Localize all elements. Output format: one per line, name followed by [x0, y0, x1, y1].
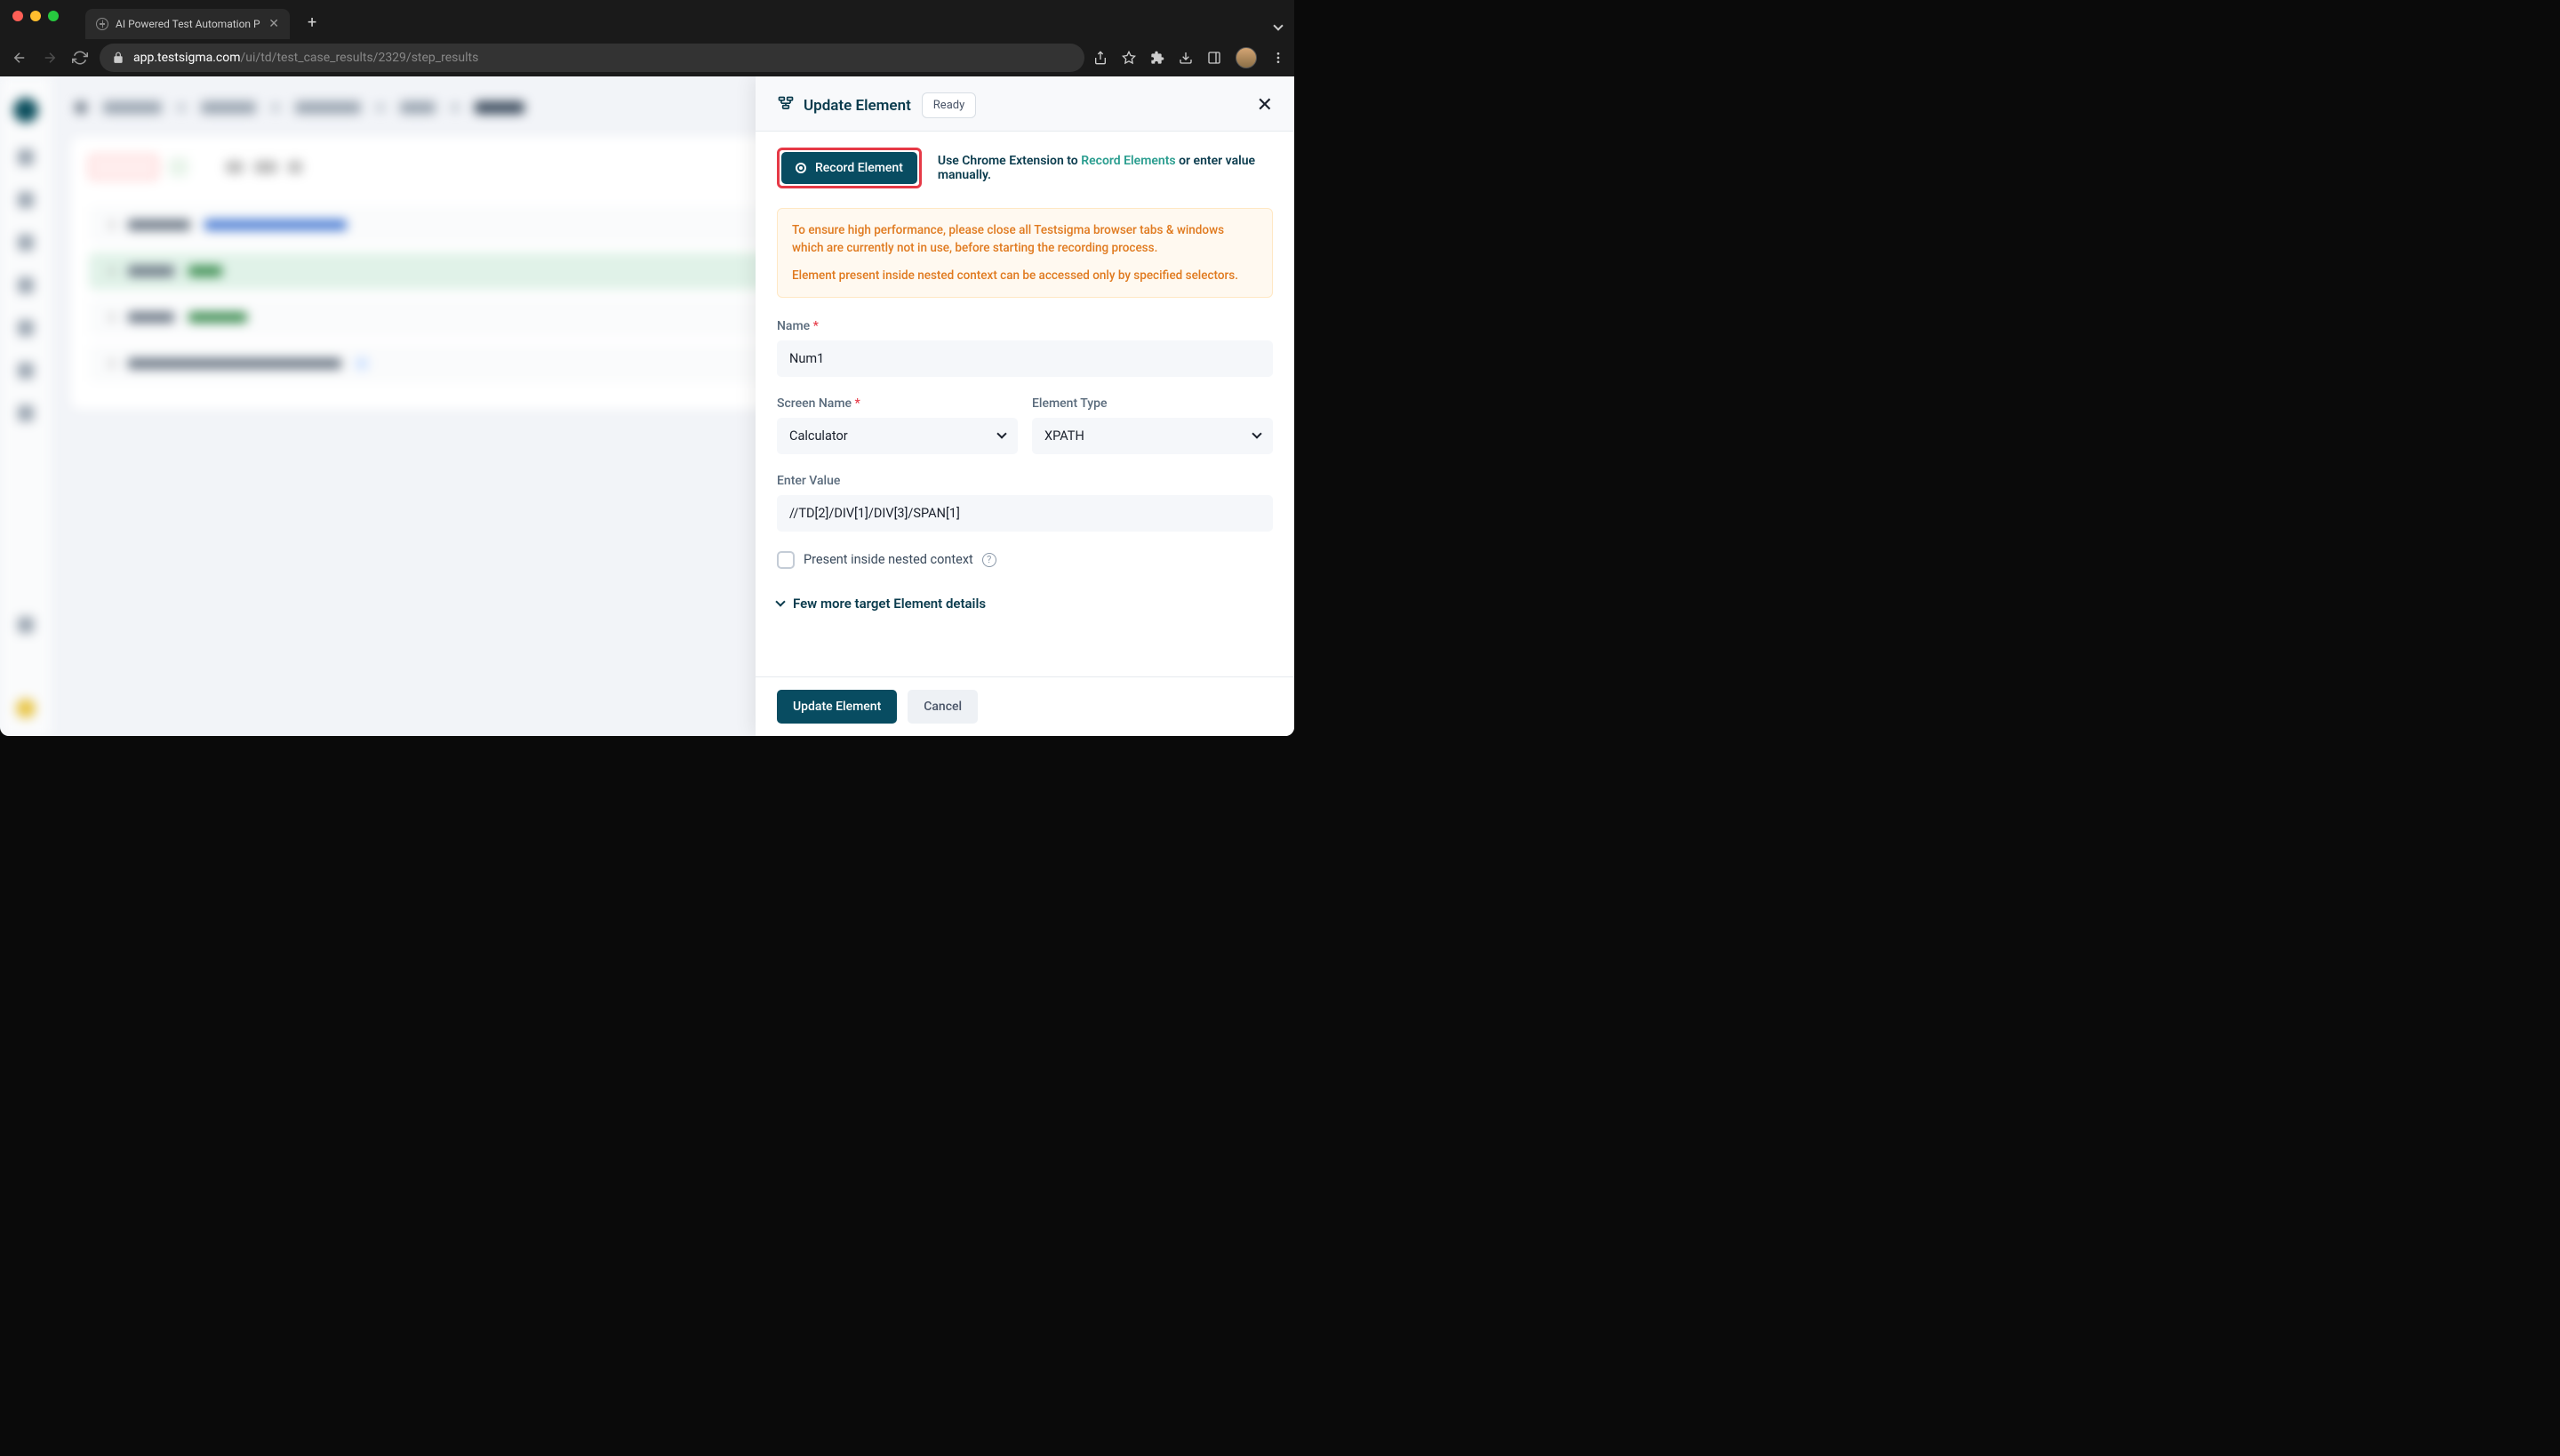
back-button[interactable] [9, 47, 30, 68]
screen-name-select[interactable]: Calculator [777, 418, 1018, 454]
element-type-label: Element Type [1032, 396, 1273, 411]
tab-favicon-icon [96, 18, 108, 30]
name-input[interactable] [777, 340, 1273, 377]
panel-title: Update Element [804, 97, 911, 115]
tab-title: AI Powered Test Automation P [116, 18, 260, 30]
app-content: Update Element Ready ✕ Record Element Us… [0, 76, 1294, 736]
address-bar: app.testsigma.com/ui/td/test_case_result… [0, 39, 1294, 76]
chevron-down-icon [1252, 429, 1261, 439]
chevron-down-icon [996, 429, 1006, 439]
window-minimize-icon[interactable] [30, 11, 41, 21]
nested-context-row: Present inside nested context ? [777, 551, 1273, 569]
record-row: Record Element Use Chrome Extension to R… [777, 148, 1273, 188]
browser-tab[interactable]: AI Powered Test Automation P ✕ [85, 9, 290, 39]
extensions-icon[interactable] [1150, 51, 1164, 65]
new-tab-button[interactable]: + [308, 13, 316, 32]
tab-bar: AI Powered Test Automation P ✕ + [0, 0, 1294, 39]
download-icon[interactable] [1179, 51, 1193, 65]
lock-icon [112, 52, 124, 64]
extension-hint: Use Chrome Extension to Record Elements … [938, 154, 1273, 182]
field-screen-name: Screen Name * Calculator [777, 396, 1018, 454]
enter-value-input[interactable] [777, 495, 1273, 532]
name-label: Name * [777, 319, 1273, 333]
warning-line-1: To ensure high performance, please close… [792, 221, 1258, 258]
window-controls [12, 11, 59, 21]
nested-context-label: Present inside nested context [804, 552, 973, 567]
panel-header: Update Element Ready ✕ [756, 76, 1294, 132]
record-button-highlight: Record Element [777, 148, 922, 188]
ready-badge: Ready [922, 92, 976, 118]
reload-button[interactable] [69, 47, 91, 68]
field-enter-value: Enter Value [777, 474, 1273, 532]
chevron-down-icon [775, 596, 785, 606]
menu-icon[interactable] [1271, 51, 1285, 65]
bookmark-icon[interactable] [1122, 51, 1136, 65]
window-close-icon[interactable] [12, 11, 23, 21]
field-element-type: Element Type XPATH [1032, 396, 1273, 454]
window-maximize-icon[interactable] [48, 11, 59, 21]
element-type-select[interactable]: XPATH [1032, 418, 1273, 454]
nested-context-checkbox[interactable] [777, 551, 795, 569]
share-icon[interactable] [1093, 51, 1108, 65]
panel-icon[interactable] [1207, 51, 1221, 65]
update-element-panel: Update Element Ready ✕ Record Element Us… [756, 76, 1294, 736]
panel-body: Record Element Use Chrome Extension to R… [756, 132, 1294, 676]
field-name: Name * [777, 319, 1273, 377]
screen-name-value: Calculator [789, 428, 848, 444]
help-icon[interactable]: ? [982, 553, 996, 567]
forward-button[interactable] [39, 47, 60, 68]
record-icon [796, 163, 806, 173]
warning-box: To ensure high performance, please close… [777, 208, 1273, 298]
addr-icons [1093, 47, 1285, 68]
panel-footer: Update Element Cancel [756, 676, 1294, 736]
update-element-button[interactable]: Update Element [777, 690, 897, 724]
element-icon [777, 95, 795, 116]
enter-value-label: Enter Value [777, 474, 1273, 488]
record-elements-link[interactable]: Record Elements [1081, 154, 1175, 168]
record-element-button[interactable]: Record Element [781, 152, 917, 184]
more-details-label: Few more target Element details [793, 596, 986, 612]
url-input[interactable]: app.testsigma.com/ui/td/test_case_result… [100, 44, 1084, 72]
close-button[interactable]: ✕ [1257, 94, 1273, 116]
element-type-value: XPATH [1044, 428, 1084, 444]
tab-close-icon[interactable]: ✕ [268, 17, 279, 31]
warning-line-2: Element present inside nested context ca… [792, 267, 1258, 284]
cancel-button[interactable]: Cancel [908, 690, 978, 724]
tabs-dropdown-icon[interactable] [1275, 16, 1282, 33]
screen-name-label: Screen Name * [777, 396, 1018, 411]
more-details-toggle[interactable]: Few more target Element details [777, 596, 1273, 612]
record-button-label: Record Element [815, 161, 903, 175]
field-row-screen-type: Screen Name * Calculator Element Type XP… [777, 396, 1273, 454]
url-text: app.testsigma.com/ui/td/test_case_result… [133, 51, 478, 65]
profile-avatar[interactable] [1236, 47, 1257, 68]
